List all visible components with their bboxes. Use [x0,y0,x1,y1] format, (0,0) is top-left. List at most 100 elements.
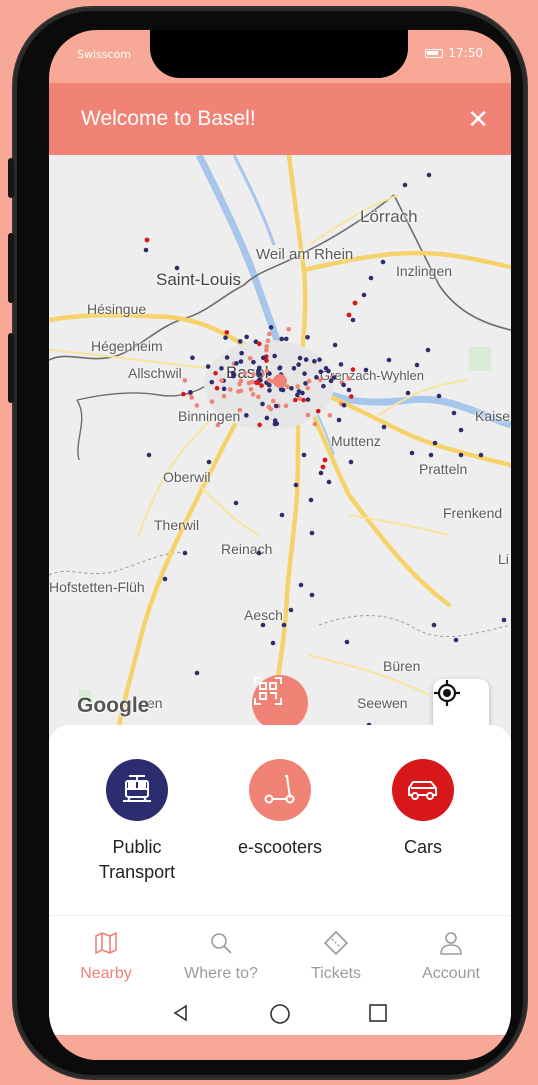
scooter-marker[interactable] [182,378,188,383]
scooter-marker[interactable] [247,356,253,361]
tram-stop-marker[interactable] [267,388,272,393]
tram-stop-marker[interactable] [348,459,354,465]
tram-stop-marker[interactable] [317,357,322,362]
tram-stop-marker[interactable] [143,247,149,253]
tram-stop-marker[interactable] [308,497,314,503]
tram-stop-marker[interactable] [386,357,392,363]
scooter-marker[interactable] [221,393,227,399]
scooter-marker[interactable] [256,394,261,400]
tram-stop-marker[interactable] [162,576,168,582]
scooter-marker[interactable] [266,331,272,337]
tab-account[interactable]: Account [401,930,501,983]
tram-stop-marker[interactable] [309,592,315,598]
tram-stop-marker[interactable] [194,670,200,676]
home-nav-icon[interactable] [269,1003,291,1030]
tram-stop-marker[interactable] [300,390,305,396]
tram-stop-marker[interactable] [361,292,367,298]
car-marker[interactable] [224,330,230,335]
tram-stop-marker[interactable] [451,410,457,416]
close-icon[interactable]: ✕ [467,106,489,132]
tram-stop-marker[interactable] [328,378,334,384]
tram-stop-marker[interactable] [321,383,326,389]
tram-stop-marker[interactable] [346,387,352,393]
tram-stop-marker[interactable] [291,365,297,371]
tram-stop-marker[interactable] [301,452,307,458]
tram-stop-marker[interactable] [219,366,224,371]
car-marker[interactable] [320,464,326,470]
tram-stop-marker[interactable] [318,470,324,476]
car-marker[interactable] [181,391,186,397]
tram-stop-marker[interactable] [405,390,411,396]
scooter-marker[interactable] [286,326,291,332]
tram-stop-marker[interactable] [344,639,350,645]
scooter-marker[interactable] [237,407,243,413]
tram-stop-marker[interactable] [305,334,310,340]
tram-stop-marker[interactable] [314,375,319,380]
tram-stop-marker[interactable] [338,362,344,367]
scooter-marker[interactable] [250,392,256,397]
scooter-marker[interactable] [189,395,195,400]
scooter-marker[interactable] [305,412,311,418]
tram-stop-marker[interactable] [431,622,437,628]
tram-stop-marker[interactable] [221,386,227,392]
tram-stop-marker[interactable] [350,317,356,323]
back-nav-icon[interactable] [171,1003,191,1028]
tram-stop-marker[interactable] [244,334,249,340]
scooter-marker[interactable] [215,422,221,428]
tram-stop-marker[interactable] [238,359,244,364]
tram-stop-marker[interactable] [234,361,239,366]
tram-stop-marker[interactable] [274,421,280,427]
scooter-marker[interactable] [327,412,333,418]
tram-stop-marker[interactable] [323,366,329,371]
car-marker[interactable] [301,397,306,403]
car-marker[interactable] [255,380,261,385]
scooter-marker[interactable] [227,387,233,392]
tram-stop-marker[interactable] [341,402,347,408]
scooter-marker[interactable] [317,377,323,383]
tram-stop-marker[interactable] [174,265,180,271]
tram-stop-marker[interactable] [233,500,239,506]
tram-stop-marker[interactable] [277,365,283,370]
car-marker[interactable] [293,397,298,403]
scooter-marker[interactable] [312,421,318,427]
tram-stop-marker[interactable] [414,362,420,368]
tram-stop-marker[interactable] [425,347,431,353]
car-marker[interactable] [144,237,150,243]
tram-stop-marker[interactable] [303,357,309,362]
car-marker[interactable] [213,370,218,376]
tram-stop-marker[interactable] [428,452,434,458]
scooter-marker[interactable] [295,384,301,389]
tram-stop-marker[interactable] [332,342,338,348]
car-marker[interactable] [257,422,262,428]
tram-stop-marker[interactable] [432,440,438,446]
tram-stop-marker[interactable] [273,403,279,409]
map-view[interactable]: Lörrach Weil am Rhein Inzlingen Saint-Lo… [49,155,511,780]
car-marker[interactable] [315,408,321,414]
car-marker[interactable] [256,341,262,347]
car-marker[interactable] [322,457,328,463]
tram-stop-marker[interactable] [293,482,299,488]
scooter-marker[interactable] [305,385,311,391]
tram-stop-marker[interactable] [289,385,294,391]
tram-stop-marker[interactable] [295,392,300,398]
tram-stop-marker[interactable] [309,530,315,536]
tram-stop-marker[interactable] [182,550,188,556]
scooter-marker[interactable] [246,380,252,386]
scooter-marker[interactable] [266,404,272,410]
tram-stop-marker[interactable] [264,415,270,421]
tram-stop-marker[interactable] [458,427,464,433]
scooter-marker[interactable] [285,384,290,389]
tram-stop-marker[interactable] [402,182,408,188]
tram-stop-marker[interactable] [501,617,507,623]
car-marker[interactable] [348,394,354,399]
tram-stop-marker[interactable] [146,452,152,458]
current-position-marker[interactable] [273,374,287,388]
tram-stop-marker[interactable] [296,362,301,367]
tram-stop-marker[interactable] [368,275,374,281]
tram-stop-marker[interactable] [224,355,230,360]
scooter-marker[interactable] [248,386,254,392]
mode-cars[interactable]: Cars [348,759,498,860]
tram-stop-marker[interactable] [205,364,211,369]
tram-stop-marker[interactable] [267,382,272,388]
tram-stop-marker[interactable] [251,359,256,365]
